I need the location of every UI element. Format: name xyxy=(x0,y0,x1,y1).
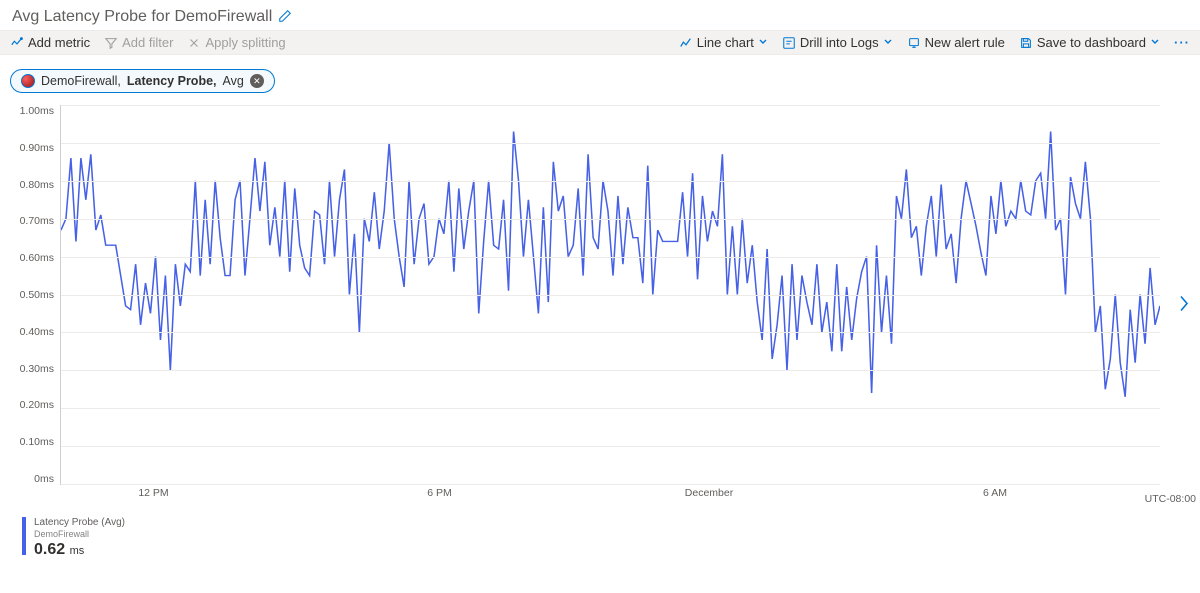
apply-splitting-label: Apply splitting xyxy=(205,35,285,50)
chart-header: Avg Latency Probe for DemoFirewall xyxy=(0,0,1200,30)
x-tick-label: 12 PM xyxy=(138,487,168,499)
chevron-down-icon xyxy=(758,35,768,50)
more-options-button[interactable]: ··· xyxy=(1174,35,1190,50)
y-axis-labels: 1.00ms 0.90ms 0.80ms 0.70ms 0.60ms 0.50ms 0.40… xyxy=(4,105,58,485)
metric-pill[interactable]: DemoFirewall, Latency Probe, Avg ✕ xyxy=(10,69,275,93)
metrics-toolbar: Add metric Add filter Apply splitting Li… xyxy=(0,30,1200,55)
y-tick-label: 0.30ms xyxy=(4,363,54,375)
add-metric-button[interactable]: Add metric xyxy=(10,35,90,50)
x-axis-labels: 12 PM 6 PM December 6 AM xyxy=(60,487,1160,505)
grid-line xyxy=(61,332,1160,333)
grid-line xyxy=(61,484,1160,485)
save-dashboard-label: Save to dashboard xyxy=(1037,35,1146,50)
y-tick-label: 0.80ms xyxy=(4,179,54,191)
grid-line xyxy=(61,408,1160,409)
y-tick-label: 0.70ms xyxy=(4,215,54,227)
grid-line xyxy=(61,295,1160,296)
grid-line xyxy=(61,143,1160,144)
grid-line xyxy=(61,257,1160,258)
add-metric-label: Add metric xyxy=(28,35,90,50)
y-tick-label: 0.90ms xyxy=(4,142,54,154)
edit-title-icon[interactable] xyxy=(278,9,292,26)
legend-value-number: 0.62 xyxy=(34,541,65,558)
chart-type-selector[interactable]: Line chart xyxy=(679,35,768,50)
chevron-down-icon xyxy=(883,35,893,50)
x-tick-label: December xyxy=(685,487,733,499)
data-series-line xyxy=(61,132,1160,397)
pill-metric: Latency Probe, xyxy=(127,74,217,88)
chart-area: 1.00ms 0.90ms 0.80ms 0.70ms 0.60ms 0.50ms 0.40… xyxy=(4,105,1196,505)
save-dashboard-button[interactable]: Save to dashboard xyxy=(1019,35,1160,50)
grid-line xyxy=(61,219,1160,220)
plot-surface[interactable] xyxy=(60,105,1160,485)
grid-line xyxy=(61,446,1160,447)
remove-metric-icon[interactable]: ✕ xyxy=(250,74,264,88)
x-tick-label: 6 AM xyxy=(983,487,1007,499)
x-tick-label: 6 PM xyxy=(427,487,452,499)
page-title: Avg Latency Probe for DemoFirewall xyxy=(12,8,272,26)
y-tick-label: 0ms xyxy=(4,473,54,485)
apply-splitting-button[interactable]: Apply splitting xyxy=(187,35,285,50)
add-filter-label: Add filter xyxy=(122,35,173,50)
legend-color-swatch xyxy=(22,517,26,555)
new-alert-button[interactable]: New alert rule xyxy=(907,35,1005,50)
y-tick-label: 1.00ms xyxy=(4,105,54,117)
pill-resource: DemoFirewall, xyxy=(41,74,121,88)
y-tick-label: 0.20ms xyxy=(4,399,54,411)
y-tick-label: 0.40ms xyxy=(4,326,54,338)
grid-line xyxy=(61,105,1160,106)
y-tick-label: 0.10ms xyxy=(4,436,54,448)
add-filter-button[interactable]: Add filter xyxy=(104,35,173,50)
legend-value-unit: ms xyxy=(70,545,85,557)
y-tick-label: 0.50ms xyxy=(4,289,54,301)
pill-aggregation: Avg xyxy=(223,74,244,88)
legend-resource-label: DemoFirewall xyxy=(34,529,125,540)
grid-line xyxy=(61,181,1160,182)
timezone-label: UTC-08:00 xyxy=(1145,493,1196,505)
drill-logs-button[interactable]: Drill into Logs xyxy=(782,35,893,50)
chart-type-label: Line chart xyxy=(697,35,754,50)
chart-legend[interactable]: Latency Probe (Avg) DemoFirewall 0.62 ms xyxy=(22,517,1190,559)
next-timerange-button[interactable] xyxy=(1178,295,1190,316)
legend-value: 0.62 ms xyxy=(34,540,125,559)
grid-line xyxy=(61,370,1160,371)
firewall-icon xyxy=(21,74,35,88)
drill-logs-label: Drill into Logs xyxy=(800,35,879,50)
chevron-down-icon xyxy=(1150,35,1160,50)
legend-series-label: Latency Probe (Avg) xyxy=(34,517,125,529)
new-alert-label: New alert rule xyxy=(925,35,1005,50)
y-tick-label: 0.60ms xyxy=(4,252,54,264)
